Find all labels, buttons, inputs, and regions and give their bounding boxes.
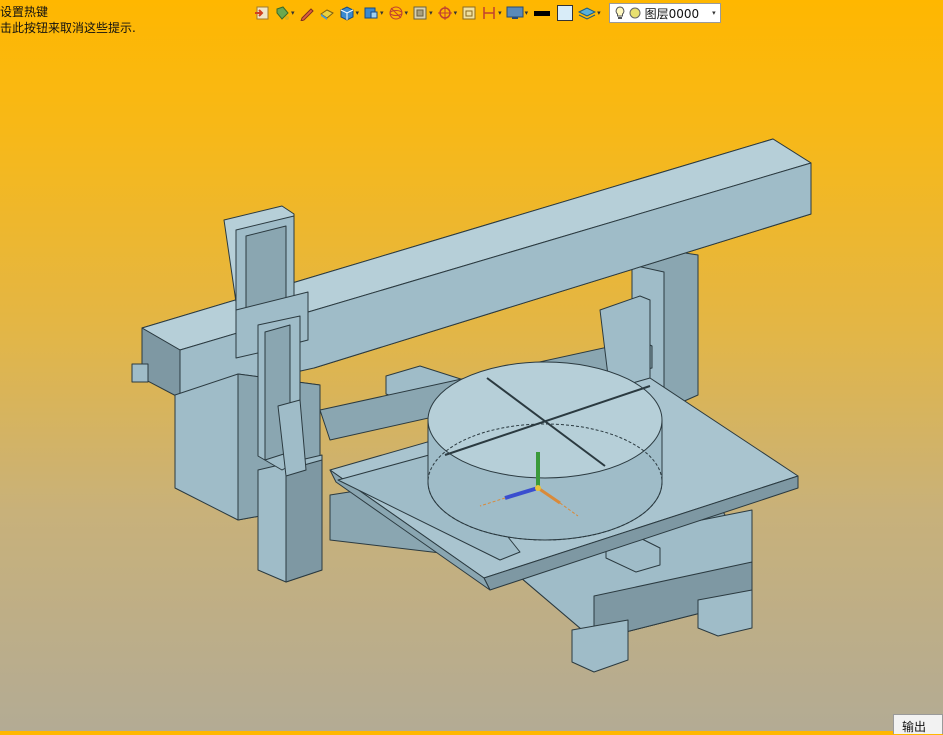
line-color-icon bbox=[534, 11, 551, 16]
pencil-button[interactable] bbox=[299, 3, 315, 23]
view-cube-icon bbox=[413, 6, 427, 20]
fill-color-icon bbox=[557, 5, 574, 21]
main-toolbar: ▾ ▾ ▾ ▾ ▾ ▾ ▾ ▾ ▾ 图层0000 ▾ bbox=[254, 2, 721, 24]
wireframe-sphere-icon bbox=[389, 6, 403, 20]
wireframe-sphere-button[interactable]: ▾ bbox=[388, 3, 409, 23]
chevron-down-icon[interactable]: ▾ bbox=[597, 9, 601, 17]
3d-viewport[interactable] bbox=[0, 0, 943, 731]
output-tab[interactable]: 输出 bbox=[893, 714, 943, 734]
chevron-down-icon[interactable]: ▾ bbox=[498, 9, 502, 17]
paint-bucket-icon bbox=[276, 6, 289, 20]
gantry-machine-model[interactable] bbox=[131, 138, 812, 673]
layer-select-value: 图层0000 bbox=[644, 6, 700, 21]
import-button[interactable] bbox=[254, 3, 270, 23]
frame-icon bbox=[462, 6, 476, 20]
solid-box-icon bbox=[340, 6, 354, 21]
snap-target-button[interactable]: ▾ bbox=[437, 3, 458, 23]
chevron-down-icon[interactable]: ▾ bbox=[454, 9, 458, 17]
import-icon bbox=[255, 6, 269, 20]
bulb-icon[interactable] bbox=[614, 6, 626, 20]
chevron-down-icon[interactable]: ▾ bbox=[405, 9, 409, 17]
display-settings-icon bbox=[506, 6, 524, 19]
layer-stack-icon bbox=[578, 7, 597, 20]
hotkey-hint: 设置热键 击此按钮来取消这些提示. bbox=[0, 4, 136, 36]
layer-stack-button[interactable]: ▾ bbox=[578, 3, 601, 23]
view-cube-button[interactable]: ▾ bbox=[412, 3, 433, 23]
fill-color-button[interactable] bbox=[556, 3, 574, 23]
chevron-down-icon[interactable]: ▾ bbox=[291, 9, 295, 17]
chevron-down-icon[interactable]: ▾ bbox=[429, 9, 433, 17]
dimension-icon bbox=[483, 7, 495, 19]
frame-button[interactable] bbox=[461, 3, 477, 23]
pencil-icon bbox=[299, 8, 314, 21]
face-color-icon bbox=[319, 9, 334, 20]
chevron-down-icon[interactable]: ▾ bbox=[525, 9, 529, 17]
chevron-down-icon[interactable]: ▾ bbox=[356, 9, 360, 17]
display-settings-button[interactable]: ▾ bbox=[506, 3, 529, 23]
layer-select[interactable]: 图层0000 ▾ bbox=[608, 3, 721, 23]
paint-bucket-button[interactable]: ▾ bbox=[274, 3, 295, 23]
hint-line-2: 击此按钮来取消这些提示. bbox=[0, 21, 136, 35]
chevron-down-icon[interactable]: ▾ bbox=[380, 9, 384, 17]
render-style-button[interactable]: ▾ bbox=[363, 3, 384, 23]
snap-target-icon bbox=[437, 6, 452, 20]
render-style-icon bbox=[364, 7, 378, 19]
chevron-down-icon[interactable]: ▾ bbox=[712, 9, 716, 17]
layer-status-icon[interactable] bbox=[629, 7, 641, 19]
hint-line-1: 设置热键 bbox=[0, 5, 49, 19]
dimension-button[interactable]: ▾ bbox=[481, 3, 502, 23]
solid-box-button[interactable]: ▾ bbox=[339, 3, 360, 23]
line-color-button[interactable] bbox=[532, 3, 552, 23]
face-color-button[interactable] bbox=[319, 3, 335, 23]
